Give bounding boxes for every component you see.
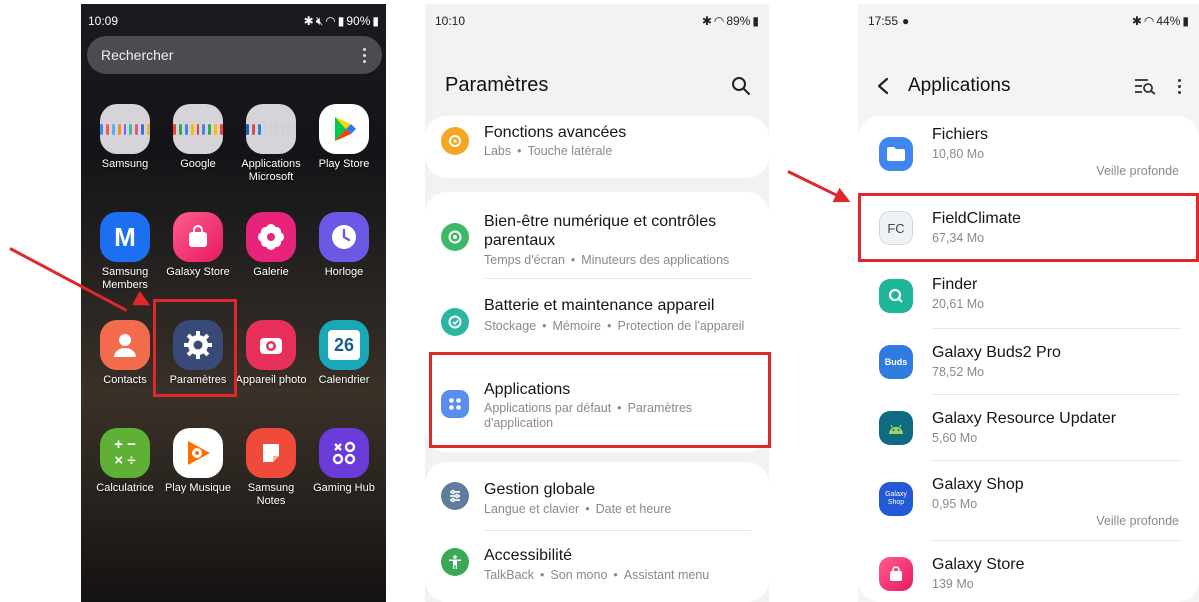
app-microsoft[interactable]: Applications Microsoft [233,104,309,184]
signal-icon: ▮ [337,14,345,28]
wifi-icon: ◠ [713,14,725,28]
gaming-hub-icon [319,428,369,478]
android-updater-icon [879,411,913,445]
status-bar: 10:10 ✱ ◠ 89% ▮ [425,4,769,38]
search-icon[interactable] [731,76,751,96]
settings-item-general-management[interactable]: Gestion globale Langue et clavier • Date e… [425,462,769,528]
app-contacts[interactable]: Contacts [87,320,163,387]
gallery-flower-icon [246,212,296,262]
bluetooth-icon: ✱ [303,14,314,28]
app-item-galaxy-resource-updater[interactable]: Galaxy Resource Updater 5,60 Mo [858,396,1199,460]
digital-wellbeing-icon [441,223,469,251]
galaxy-store-icon [173,212,223,262]
settings-card-advanced: Fonctions avancées Labs • Touche latérale [425,116,769,178]
filter-search-icon[interactable] [1134,77,1156,95]
wifi-icon: ◠ [1143,14,1155,28]
applications-phone: 17:55 ● ✱ ◠ 44% ▮ Applications Fichiers … [858,4,1199,602]
general-management-icon [441,482,469,510]
app-item-fichiers[interactable]: Fichiers 10,80 Mo Veille profonde [858,116,1199,192]
settings-item-accessibility[interactable]: Accessibilité TalkBack • Son mono • Assistan… [425,532,769,598]
battery-level: 90% [346,14,371,28]
advanced-features-icon [441,127,469,155]
google-folder-icon [173,104,223,154]
mute-icon: 🔇︎ [315,13,324,28]
arrow-to-fieldclimate [787,170,839,198]
app-samsung-members[interactable]: M Samsung Members [87,212,163,292]
app-item-galaxy-buds2-pro[interactable]: Buds Galaxy Buds2 Pro 78,52 Mo [858,330,1199,394]
app-item-galaxy-store[interactable]: Galaxy Store 139 Mo [858,542,1199,602]
settings-item-battery[interactable]: Batterie et maintenance appareil Stockag… [425,280,769,356]
settings-card-general: Gestion globale Langue et clavier • Date e… [425,462,769,602]
wifi-icon: ◠ [325,14,336,28]
accessibility-icon [441,548,469,576]
notification-dot-icon: ● [902,14,910,28]
more-options-icon[interactable] [363,47,366,63]
galaxy-store-bag-icon [879,557,913,591]
settings-item-digital-wellbeing[interactable]: Bien-être numérique et contrôles parenta… [425,192,769,276]
applications-header: Applications [876,66,1181,106]
highlight-applications-item [429,352,771,448]
arrow-head-fieldclimate [832,187,854,210]
app-gaming-hub[interactable]: Gaming Hub [306,428,382,495]
battery-icon: ▮ [752,14,759,28]
app-samsung-notes[interactable]: Samsung Notes [233,428,309,508]
settings-header: Paramètres [445,74,751,97]
notes-icon [246,428,296,478]
status-bar: 10:09 ✱ 🔇︎ ◠ ▮ 90% ▮ [81,4,386,38]
highlight-fieldclimate-item [858,193,1199,262]
bluetooth-icon: ✱ [1131,14,1142,28]
app-calculator[interactable]: + − × ÷ Calculatrice [87,428,163,495]
app-play-music[interactable]: Play Musique [160,428,236,495]
buds-icon: Buds [879,345,913,379]
calculator-icon: + − × ÷ [100,428,150,478]
samsung-members-icon: M [100,212,150,262]
play-music-icon [173,428,223,478]
status-time: 17:55 [868,14,899,28]
battery-level: 44% [1156,14,1181,28]
settings-item-advanced-features[interactable]: Fonctions avancées Labs • Touche latérale [425,116,769,178]
battery-icon: ▮ [1182,14,1189,28]
page-title: Paramètres [445,74,549,96]
contacts-icon [100,320,150,370]
home-search-bar[interactable]: Rechercher [87,36,382,74]
app-item-finder[interactable]: Finder 20,61 Mo [858,266,1199,330]
status-time: 10:09 [88,14,119,28]
more-options-icon[interactable] [1178,78,1181,94]
bluetooth-icon: ✱ [701,14,712,28]
microsoft-folder-icon [246,104,296,154]
app-play-store[interactable]: Play Store [306,104,382,171]
app-samsung[interactable]: Samsung [87,104,163,171]
battery-care-icon [441,308,469,336]
applications-list: Fichiers 10,80 Mo Veille profonde FC Fie… [858,116,1199,602]
page-title: Applications [908,75,1011,96]
battery-icon: ▮ [372,14,379,28]
status-bar: 17:55 ● ✱ ◠ 44% ▮ [858,4,1199,38]
settings-phone: 10:10 ✱ ◠ 89% ▮ Paramètres Fonctions ava… [425,4,769,602]
deep-sleep-badge: Veille profonde [1096,514,1179,528]
app-gallery[interactable]: Galerie [233,212,309,279]
finder-search-icon [879,279,913,313]
play-store-icon [319,104,369,154]
highlight-settings-app [153,299,237,397]
samsung-folder-icon [100,104,150,154]
app-google[interactable]: Google [160,104,236,171]
battery-level: 89% [726,14,751,28]
search-placeholder: Rechercher [101,47,174,63]
galaxy-shop-icon: Galaxy Shop [879,482,913,516]
app-calendar[interactable]: 26 Calendrier [306,320,382,387]
app-camera[interactable]: Appareil photo [233,320,309,387]
files-folder-icon [879,137,913,171]
app-galaxy-store[interactable]: Galaxy Store [160,212,236,279]
back-arrow-icon[interactable] [876,77,890,95]
deep-sleep-badge: Veille profonde [1096,164,1179,178]
camera-icon [246,320,296,370]
clock-icon [319,212,369,262]
status-time: 10:10 [435,14,466,28]
app-item-galaxy-shop[interactable]: Galaxy Shop Galaxy Shop 0,95 Mo Veille p… [858,462,1199,538]
calendar-day: 26 [328,330,360,360]
app-clock[interactable]: Horloge [306,212,382,279]
calendar-icon: 26 [319,320,369,370]
